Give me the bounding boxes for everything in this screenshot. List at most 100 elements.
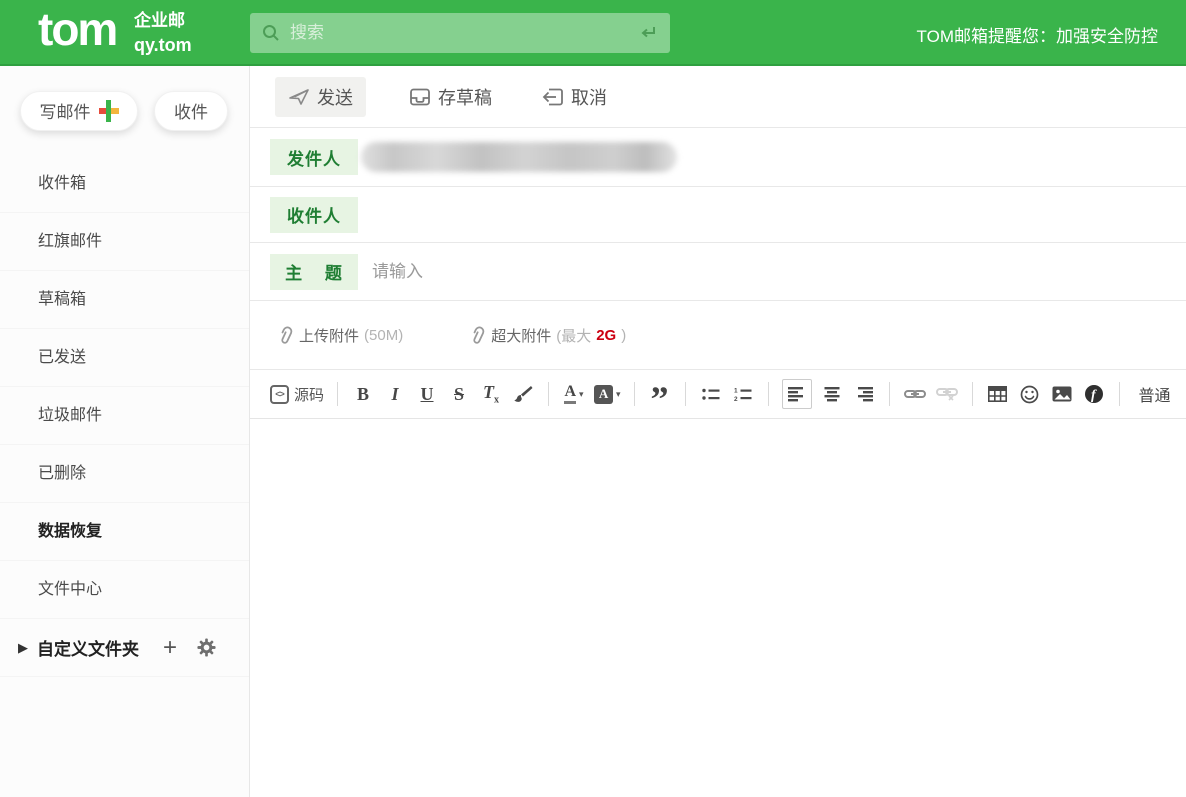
subject-input[interactable] [372, 262, 872, 282]
insert-image-button[interactable] [1050, 379, 1074, 409]
toolbar-separator [548, 382, 549, 406]
source-code-button[interactable]: <> 源码 [270, 379, 324, 409]
paperclip-icon [469, 326, 486, 345]
toolbar-separator [685, 382, 686, 406]
compose-plus-icon [99, 100, 119, 122]
source-code-icon: <> [270, 385, 289, 404]
align-center-button[interactable] [820, 379, 844, 409]
chevron-down-icon: ▾ [579, 389, 584, 400]
numbered-list-icon: 1 2 [734, 387, 752, 402]
custom-folder-row: ▶ 自定义文件夹 + [0, 619, 249, 677]
from-label: 发件人 [270, 139, 358, 175]
subject-field-row: 主 题 [250, 243, 1186, 301]
save-draft-icon [409, 87, 431, 107]
format-painter-button[interactable] [511, 379, 535, 409]
brand-line1: 企业邮 [134, 10, 192, 33]
paperclip-icon [277, 326, 294, 345]
compose-label: 写邮件 [40, 98, 91, 123]
cancel-button[interactable]: 取消 [542, 84, 607, 110]
sidebar-item-inbox[interactable]: 收件箱 [0, 155, 249, 213]
align-right-button[interactable] [852, 379, 876, 409]
underline-button[interactable]: U [415, 379, 439, 409]
large-attachment-limit-value: 2G [596, 327, 616, 344]
italic-button[interactable]: I [383, 379, 407, 409]
save-draft-button[interactable]: 存草稿 [409, 84, 492, 110]
link-icon [904, 387, 926, 401]
large-attachment-label: 超大附件 [491, 325, 551, 346]
blockquote-button[interactable]: ” [648, 379, 672, 409]
sidebar-item-file-center[interactable]: 文件中心 [0, 561, 249, 619]
text-color-button[interactable]: A ▾ [562, 379, 586, 409]
upload-attachment-button[interactable]: 上传附件 (50M) [277, 325, 403, 346]
add-folder-icon[interactable]: + [163, 634, 177, 662]
receive-label: 收件 [174, 98, 208, 123]
security-notice: TOM邮箱提醒您：加强安全防控 [917, 22, 1158, 47]
editor-canvas[interactable] [250, 419, 1186, 797]
from-field-row: 发件人 [250, 128, 1186, 187]
background-color-button[interactable]: A ▾ [594, 379, 621, 409]
brush-icon [513, 384, 533, 404]
paragraph-format-dropdown[interactable]: 普通 [1139, 382, 1171, 406]
sidebar-item-deleted[interactable]: 已删除 [0, 445, 249, 503]
compose-row: 写邮件 收件 [0, 66, 249, 155]
receive-mail-button[interactable]: 收件 [154, 91, 228, 131]
compose-pane: 发送 存草稿 取消 发件人 收件人 主 题 [250, 66, 1186, 797]
search-icon [262, 24, 280, 42]
sidebar: 写邮件 收件 收件箱 红旗邮件 草稿箱 已发送 垃圾邮件 已删除 数据恢复 文件… [0, 66, 250, 797]
align-center-icon [823, 387, 841, 402]
remove-link-button[interactable] [935, 379, 959, 409]
custom-folder-label[interactable]: 自定义文件夹 [37, 635, 139, 660]
chevron-down-icon: ▾ [616, 389, 621, 400]
sidebar-item-sent[interactable]: 已发送 [0, 329, 249, 387]
toolbar-separator [337, 382, 338, 406]
to-label: 收件人 [270, 197, 358, 233]
unlink-icon [936, 386, 958, 402]
align-left-icon [788, 387, 806, 402]
toolbar-separator [768, 382, 769, 406]
compose-mail-button[interactable]: 写邮件 [20, 91, 138, 131]
remove-format-button[interactable]: Tx [479, 379, 503, 409]
cancel-label: 取消 [571, 84, 607, 110]
numbered-list-button[interactable]: 1 2 [731, 379, 755, 409]
toolbar-separator [972, 382, 973, 406]
folder-settings-gear-icon[interactable] [197, 638, 216, 657]
search-enter-icon[interactable] [638, 24, 658, 42]
insert-emoji-button[interactable] [1018, 379, 1042, 409]
insert-table-button[interactable] [986, 379, 1010, 409]
bullet-list-icon [702, 387, 720, 402]
search-box[interactable] [250, 13, 670, 53]
sidebar-item-spam[interactable]: 垃圾邮件 [0, 387, 249, 445]
brand-line2: qy.tom [134, 33, 192, 57]
bold-button[interactable]: B [351, 379, 375, 409]
save-draft-label: 存草稿 [438, 84, 492, 110]
bullet-list-button[interactable] [699, 379, 723, 409]
toolbar-separator [889, 382, 890, 406]
send-button[interactable]: 发送 [275, 77, 366, 117]
cancel-back-icon [542, 87, 564, 107]
large-attachment-button[interactable]: 超大附件 (最大 2G ) [469, 325, 626, 346]
sidebar-item-flagged[interactable]: 红旗邮件 [0, 213, 249, 271]
expand-triangle-icon[interactable]: ▶ [18, 640, 28, 656]
attachment-row: 上传附件 (50M) 超大附件 (最大 2G ) [250, 301, 1186, 370]
smiley-icon [1020, 385, 1039, 404]
brand-block: 企业邮 qy.tom [134, 10, 192, 57]
compose-action-bar: 发送 存草稿 取消 [250, 66, 1186, 128]
strikethrough-button[interactable]: S [447, 379, 471, 409]
large-attachment-limit-prefix: (最大 [556, 325, 591, 346]
insert-link-button[interactable] [903, 379, 927, 409]
source-code-label: 源码 [294, 384, 324, 405]
upload-attachment-label: 上传附件 [299, 325, 359, 346]
align-left-button[interactable] [782, 379, 812, 409]
insert-flash-button[interactable]: f [1082, 379, 1106, 409]
image-icon [1052, 386, 1072, 402]
toolbar-separator [634, 382, 635, 406]
editor-toolbar: <> 源码 B I U S Tx A ▾ A ▾ ” [250, 370, 1186, 419]
send-plane-icon [288, 87, 310, 107]
sidebar-item-drafts[interactable]: 草稿箱 [0, 271, 249, 329]
to-field-row[interactable]: 收件人 [250, 187, 1186, 243]
search-input[interactable] [290, 23, 638, 43]
toolbar-separator [1119, 382, 1120, 406]
svg-text:2: 2 [734, 396, 738, 402]
sender-address-redacted[interactable] [361, 142, 677, 172]
sidebar-item-data-recovery[interactable]: 数据恢复 [0, 503, 249, 561]
